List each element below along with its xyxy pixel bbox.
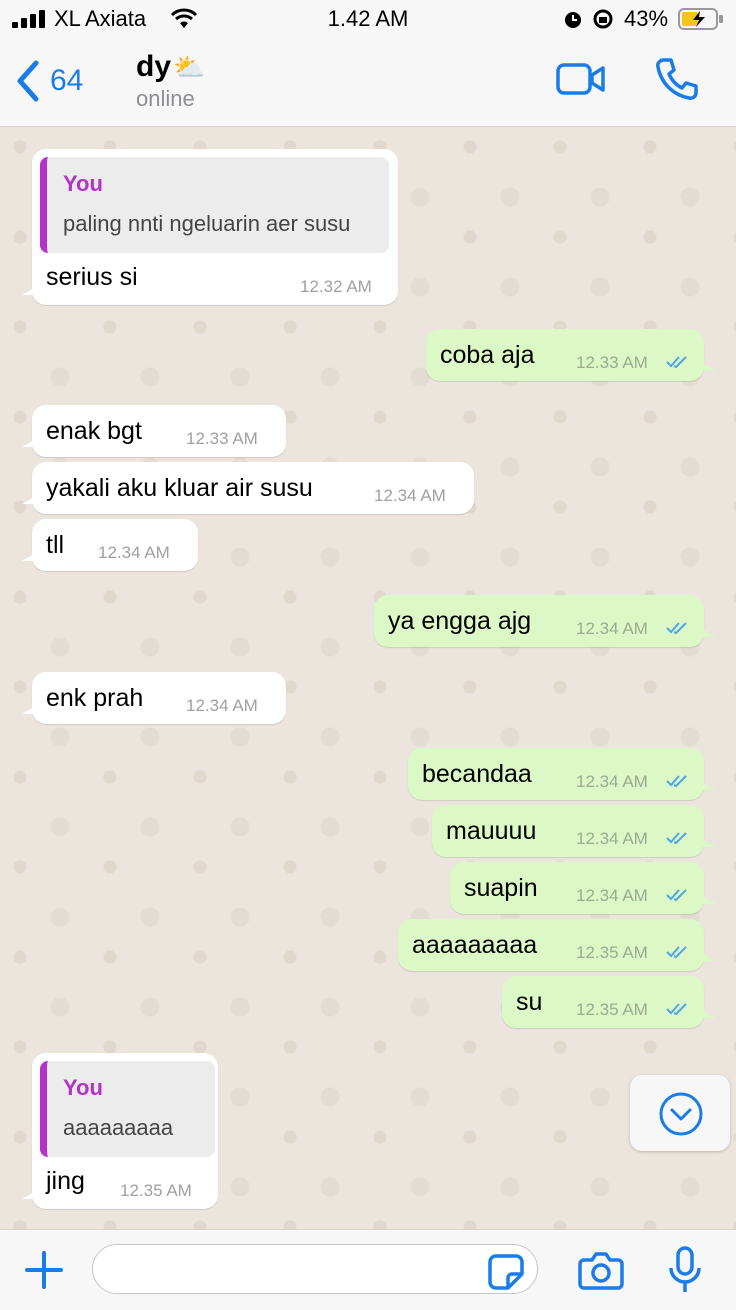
message-text: mauuuu	[446, 817, 537, 845]
unread-count: 64	[50, 64, 84, 97]
message-bubble-incoming[interactable]: You paling nnti ngeluarin aer susu seriu…	[22, 149, 398, 305]
quoted-reply[interactable]: You paling nnti ngeluarin aer susu	[40, 157, 389, 253]
message-text: enak bgt	[46, 417, 142, 445]
read-ticks-icon	[666, 946, 687, 959]
video-call-icon[interactable]	[556, 62, 606, 96]
message-time: 12.34 AM	[374, 486, 446, 505]
message-text: becandaa	[422, 760, 532, 788]
battery-icon	[678, 8, 723, 30]
phone-icon[interactable]	[654, 56, 700, 102]
back-button[interactable]: 64	[14, 56, 83, 106]
read-ticks-icon	[666, 889, 687, 902]
message-time: 12.35 AM	[120, 1181, 192, 1200]
read-ticks-icon	[666, 832, 687, 845]
chat-header: 64 dy ⛅ online	[0, 40, 736, 127]
read-ticks-icon	[666, 775, 687, 788]
message-text: tll	[46, 531, 65, 559]
message-text: aaaaaaaaa	[412, 931, 538, 959]
message-bubble-outgoing[interactable]: ya engga ajg 12.34 AM	[374, 595, 716, 647]
message-text: suapin	[464, 874, 538, 902]
status-bar: XL Axiata 1.42 AM 43%	[0, 0, 736, 40]
chevron-down-circle-icon	[659, 1092, 703, 1136]
message-text: yakali aku kluar air susu	[46, 474, 313, 502]
message-bubble-outgoing[interactable]: suapin 12.34 AM	[450, 862, 716, 914]
chat-area[interactable]: You paling nnti ngeluarin aer susu seriu…	[0, 127, 736, 1229]
contact-name-row: dy ⛅	[136, 50, 205, 84]
weather-emoji: ⛅	[173, 51, 206, 82]
message-time: 12.34 AM	[576, 829, 648, 848]
message-text: su	[516, 988, 543, 1016]
message-input[interactable]	[92, 1244, 538, 1294]
message-time: 12.35 AM	[576, 943, 648, 962]
message-time: 12.33 AM	[576, 353, 648, 372]
message-text: enk prah	[46, 684, 144, 712]
message-time: 12.32 AM	[300, 277, 372, 296]
message-bubble-outgoing[interactable]: becandaa 12.34 AM	[408, 748, 716, 800]
quote-author: You	[63, 171, 103, 196]
contact-status: online	[136, 86, 195, 111]
message-bubble-outgoing[interactable]: mauuuu 12.34 AM	[432, 805, 716, 857]
read-ticks-icon	[666, 356, 687, 369]
quoted-reply[interactable]: You aaaaaaaaa	[40, 1061, 215, 1157]
message-bubble-outgoing[interactable]: coba aja 12.33 AM	[426, 329, 716, 381]
sticker-icon[interactable]	[488, 1254, 524, 1290]
scroll-to-bottom-button[interactable]	[630, 1075, 730, 1151]
message-time: 12.35 AM	[576, 1000, 648, 1019]
message-bubble-outgoing[interactable]: aaaaaaaaa 12.35 AM	[398, 919, 716, 971]
message-time: 12.34 AM	[576, 886, 648, 905]
battery-percent: 43%	[624, 6, 669, 31]
message-input-bar	[0, 1229, 736, 1310]
message-time: 12.34 AM	[186, 696, 258, 715]
message-bubble-outgoing[interactable]: su 12.35 AM	[502, 976, 716, 1028]
message-bubble-incoming[interactable]: tll 12.34 AM	[22, 519, 198, 571]
contact-name: dy	[136, 50, 172, 83]
message-time: 12.34 AM	[98, 543, 170, 562]
message-time: 12.34 AM	[576, 619, 648, 638]
camera-icon[interactable]	[578, 1250, 624, 1290]
chevron-left-icon	[17, 60, 39, 102]
plus-icon[interactable]	[24, 1250, 64, 1290]
contact-info[interactable]: dy ⛅ online	[136, 50, 205, 112]
message-bubble-incoming[interactable]: yakali aku kluar air susu 12.34 AM	[22, 462, 474, 514]
message-time: 12.33 AM	[186, 429, 258, 448]
microphone-icon[interactable]	[668, 1246, 702, 1294]
read-ticks-icon	[666, 1003, 687, 1016]
message-bubble-incoming[interactable]: enak bgt 12.33 AM	[22, 405, 286, 457]
message-bubble-incoming[interactable]: enk prah 12.34 AM	[22, 672, 286, 724]
rotation-lock-icon	[593, 9, 613, 29]
quote-text: aaaaaaaaa	[63, 1115, 174, 1140]
quote-text: paling nnti ngeluarin aer susu	[63, 211, 351, 236]
message-text: serius si	[46, 263, 138, 291]
alarm-icon	[565, 12, 581, 28]
message-text: jing	[46, 1167, 85, 1195]
message-time: 12.34 AM	[576, 772, 648, 791]
read-ticks-icon	[666, 622, 687, 635]
message-text: ya engga ajg	[388, 607, 532, 635]
message-text: coba aja	[440, 341, 535, 369]
message-bubble-incoming[interactable]: You aaaaaaaaa jing 12.35 AM	[22, 1053, 218, 1209]
quote-author: You	[63, 1075, 103, 1100]
